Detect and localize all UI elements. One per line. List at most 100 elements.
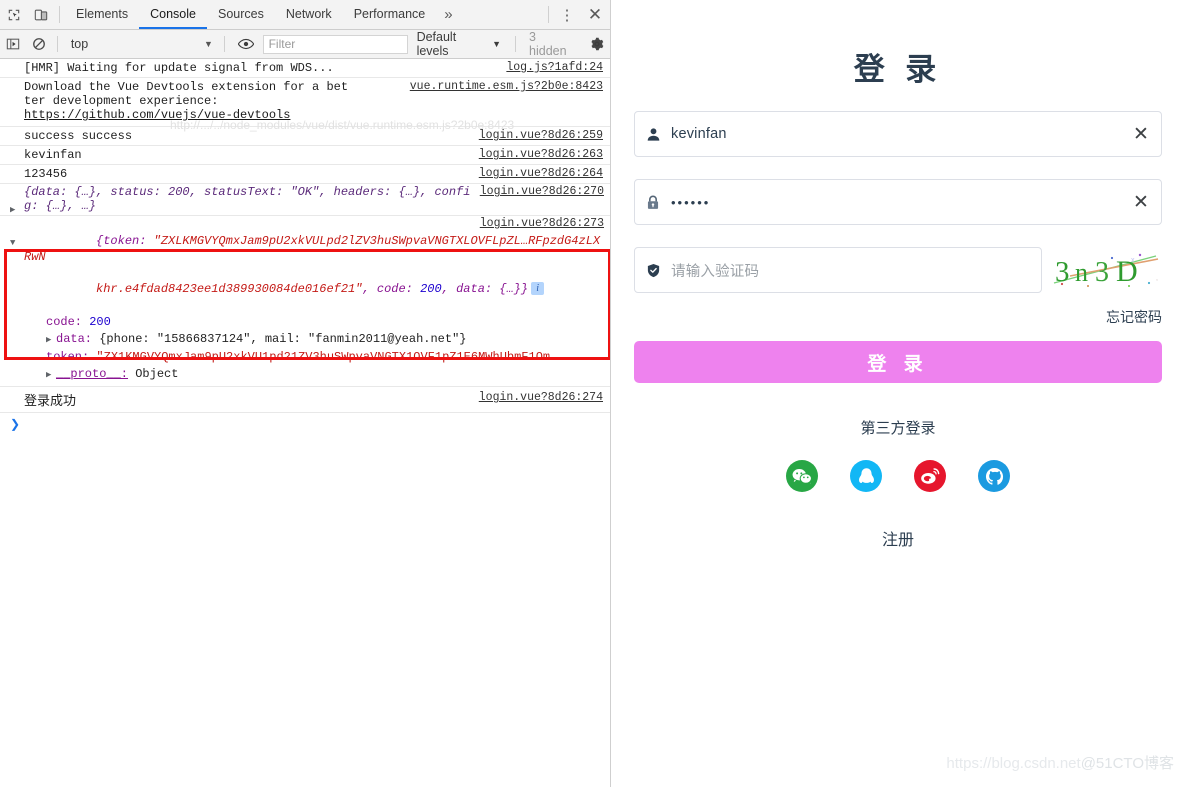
console-row-success: login.vue?8d26:259 success success [0,127,610,146]
password-field[interactable]: •••••• ✕ [634,179,1162,225]
expand-triangle-icon-proto[interactable]: ▶ [46,367,56,384]
more-tabs-icon[interactable]: » [436,0,460,29]
info-icon[interactable]: i [531,282,545,296]
clear-password-icon[interactable]: ✕ [1121,191,1161,214]
token-preview-value-line2: khr.e4fdad8423ee1d389930084de016ef21" [96,282,363,296]
chevron-down-icon: ▼ [204,39,213,49]
device-toolbar-icon[interactable] [27,0,54,29]
token-preview-code-label: , code: [362,282,421,296]
console-row-source-login-response[interactable]: login.vue?8d26:273 [480,217,604,230]
third-party-login-label: 第三方登录 [860,420,936,437]
clear-username-icon[interactable]: ✕ [1121,123,1161,146]
log-levels-select[interactable]: Default levels ▼ [408,30,510,58]
close-devtools-icon[interactable]: ✕ [580,0,610,29]
screenshot-root: Elements Console Sources Network Perform… [0,0,1184,787]
social-login-list [634,460,1162,492]
toolbar-divider-right [548,6,549,23]
devtools-tabbar: Elements Console Sources Network Perform… [0,0,610,30]
devtools-menu-icon[interactable]: ⋮ [554,0,580,29]
object-prop-code-key: code: [46,315,83,329]
console-row-password: login.vue?8d26:264 123456 [0,165,610,184]
collapse-triangle-icon[interactable]: ▼ [10,238,15,248]
console-row-text-success: success success [24,129,133,143]
svg-text:x: x [1131,257,1135,264]
tab-sources[interactable]: Sources [207,0,275,29]
login-page: 登 录 kevinfan ✕ •••••• ✕ 请输入验证码 3 n 3 D x… [612,0,1184,787]
svg-text:,: , [1156,275,1158,282]
console-row-text-login-success: 登录成功 [24,393,77,408]
object-prop-proto-key: __proto__: [56,367,129,381]
prompt-caret-icon: ❯ [10,417,21,431]
object-prop-token-key: token: [46,350,90,364]
settings-gear-icon[interactable] [583,37,610,51]
toolbar-divider [59,6,60,23]
password-input-value[interactable]: •••••• [671,195,1121,210]
console-row-text-response: {data: {…}, status: 200, statusText: "OK… [24,185,471,213]
console-sidebar-icon[interactable] [0,37,26,51]
console-row-login-response: login.vue?8d26:273 ▼ {token: "ZXLKMGVYQm… [0,216,610,386]
devtools-tabbar-right: ⋮ ✕ [543,0,610,29]
username-input-value[interactable]: kevinfan [671,126,1121,142]
console-row-source-password[interactable]: login.vue?8d26:264 [479,167,603,180]
tab-network-label: Network [285,6,332,21]
console-prompt[interactable]: ❯ [0,413,610,441]
console-row-text-username: kevinfan [24,148,82,162]
shield-check-icon [635,263,671,278]
github-icon[interactable] [978,460,1010,492]
wechat-icon[interactable] [786,460,818,492]
tab-console[interactable]: Console [139,0,207,29]
object-prop-code-value: 200 [89,315,111,329]
login-form-container: 登 录 kevinfan ✕ •••••• ✕ 请输入验证码 3 n 3 D x… [634,0,1162,550]
watermark-url: https://blog.csdn.net [946,755,1081,772]
user-icon [635,127,671,142]
tab-performance[interactable]: Performance [343,0,437,29]
watermark-handle: @51CTO博客 [1080,755,1174,772]
filterbar-divider-1 [56,36,58,52]
watermark: https://blog.csdn.net@51CTO博客 [946,752,1174,773]
console-row-text: [HMR] Waiting for update signal from WDS… [24,61,334,75]
tab-elements[interactable]: Elements [65,0,139,29]
console-row-text-vue: Download the Vue Devtools extension for … [24,80,349,108]
token-preview-code-value: 200 [420,282,442,296]
console-row-response-object: login.vue?8d26:270 ▶ {data: {…}, status:… [0,184,610,216]
lock-icon [635,195,671,210]
svg-text:3: 3 [1095,257,1109,288]
weibo-icon[interactable] [914,460,946,492]
token-preview-suffix: , data: {…}} [441,282,529,296]
qq-icon[interactable] [850,460,882,492]
tab-console-label: Console [150,6,196,21]
log-levels-value: Default levels [416,30,457,58]
inspect-element-icon[interactable] [0,0,27,29]
captcha-input-placeholder[interactable]: 请输入验证码 [671,260,1041,281]
object-prop-proto: ▶ __proto__: Object [46,366,604,384]
captcha-field[interactable]: 请输入验证码 [634,247,1042,293]
console-row-source-vue[interactable]: vue.runtime.esm.js?2b0e:8423 [410,80,603,93]
register-link[interactable]: 注册 [634,526,1162,550]
console-row-source-username[interactable]: login.vue?8d26:263 [479,148,603,161]
console-filterbar: top ▼ Default levels ▼ 3 hidden [0,30,610,59]
execution-context-select[interactable]: top ▼ [63,37,219,51]
console-row-source-response[interactable]: login.vue?8d26:270 [480,185,604,198]
login-button[interactable]: 登 录 [634,341,1162,383]
console-row-username: login.vue?8d26:263 kevinfan [0,146,610,165]
tab-performance-label: Performance [353,6,426,21]
filterbar-divider-3 [515,36,517,52]
console-row-source[interactable]: log.js?1afd:24 [506,61,603,74]
expand-triangle-icon[interactable]: ▶ [10,205,15,215]
console-row-login-success: login.vue?8d26:274 登录成功 [0,386,610,413]
console-filter-input[interactable] [262,34,408,54]
expand-triangle-icon-data[interactable]: ▶ [46,332,56,349]
devtools-panel: Elements Console Sources Network Perform… [0,0,611,787]
username-field[interactable]: kevinfan ✕ [634,111,1162,157]
live-expression-icon[interactable] [230,38,263,50]
tab-network[interactable]: Network [275,0,343,29]
captcha-row: 请输入验证码 3 n 3 D x , [634,247,1162,293]
chevron-down-icon-levels: ▼ [492,39,502,49]
console-row-source-login-success[interactable]: login.vue?8d26:274 [479,391,603,404]
console-row-hmr: log.js?1afd:24 [HMR] Waiting for update … [0,59,610,78]
clear-console-icon[interactable] [26,37,52,51]
svg-text:n: n [1075,258,1088,287]
captcha-image[interactable]: 3 n 3 D x , [1052,250,1162,290]
console-row-source-success[interactable]: login.vue?8d26:259 [479,129,603,142]
forgot-password-link[interactable]: 忘记密码 [634,307,1162,327]
